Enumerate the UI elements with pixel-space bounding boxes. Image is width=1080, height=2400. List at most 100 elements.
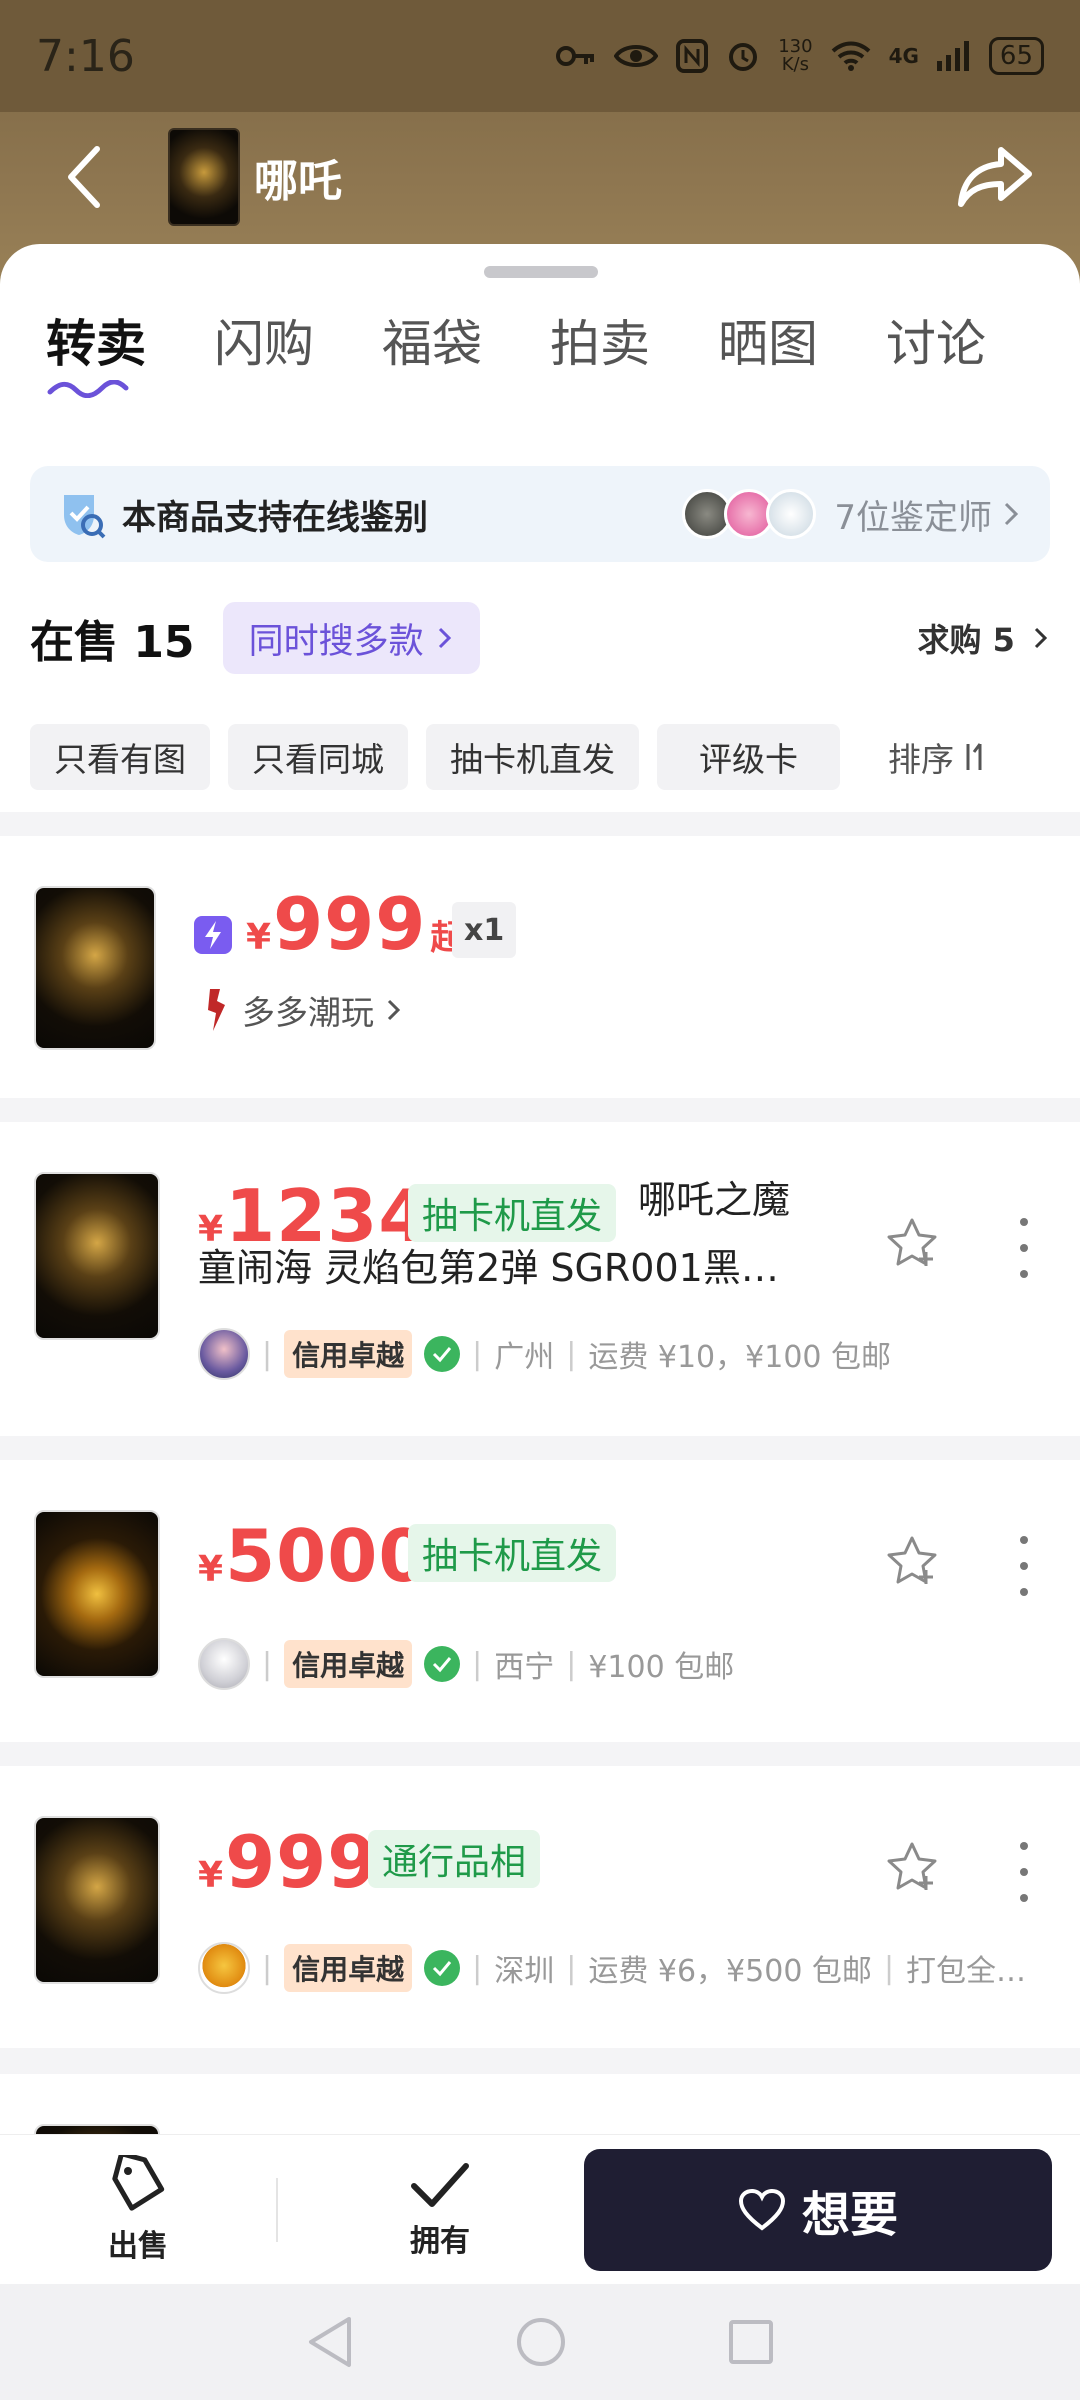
status-icons: 130 K/s 4G 65 [556, 37, 1044, 75]
listing-price: ¥5000 [198, 1514, 430, 1598]
net-speed: 130 K/s [778, 36, 813, 75]
on-sale-count: 在售 15 [30, 617, 195, 668]
wanted-link[interactable]: 求购 5 [917, 615, 1050, 661]
listing-location: 广州 [494, 1340, 555, 1375]
network-type: 4G [888, 44, 919, 68]
tab-label: 晒图 [718, 315, 818, 373]
sort-button[interactable]: 排序 [888, 733, 986, 781]
tab-resale[interactable]: 转卖 [46, 304, 214, 424]
chevron-right-icon [1004, 502, 1019, 526]
active-tab-underline [47, 380, 129, 398]
product-avatar [168, 128, 240, 226]
want-button[interactable]: 想要 [584, 2149, 1052, 2271]
sell-button[interactable]: 出售 [48, 2154, 228, 2265]
listing-meta: | 信用卓越 | 广州 | 运费 ¥10，¥100 包邮 [198, 1328, 891, 1380]
featured-price: ¥ 999 起 [246, 882, 465, 966]
share-button[interactable] [950, 132, 1040, 222]
multi-search-label: 同时搜多款 [248, 621, 424, 662]
verified-check-icon [424, 1646, 461, 1682]
product-thumbnail [34, 1172, 160, 1340]
listing-title: 哪吒之魔 童闹海 灵焰包第2弹 SGR001黑… [198, 1178, 791, 1290]
heart-icon [738, 2188, 785, 2231]
checkmark-icon [411, 2162, 469, 2207]
alarm-icon [729, 43, 758, 71]
favorite-star-icon[interactable] [884, 1216, 940, 1272]
appraisers-link[interactable]: 7位鉴定师 [682, 489, 1022, 539]
tab-label: 拍卖 [550, 315, 650, 373]
tab-lucky-bag[interactable]: 福袋 [382, 304, 550, 424]
section-divider [0, 1436, 1080, 1460]
seller-avatar[interactable] [198, 1638, 250, 1690]
price-tag-icon [112, 2154, 165, 2211]
filter-with-image[interactable]: 只看有图 [30, 724, 210, 790]
credit-badge: 信用卓越 [284, 1944, 413, 1992]
filter-graded-card[interactable]: 评级卡 [657, 724, 840, 790]
quantity-badge: x1 [452, 902, 517, 958]
more-options-button[interactable] [1014, 1842, 1034, 1902]
top-nav: 哪吒 [0, 112, 1080, 242]
nfc-icon [676, 39, 709, 73]
status-time: 7:16 [36, 30, 135, 82]
sheet-grabber[interactable] [484, 266, 598, 278]
listing-location: 深圳 [494, 1954, 555, 1989]
section-divider [0, 1742, 1080, 1766]
listing-meta: | 信用卓越 | 深圳 | 运费 ¥6，¥500 包邮 | 打包全… [198, 1942, 1048, 1994]
seller-avatar[interactable] [198, 1328, 250, 1380]
seller-avatar[interactable] [198, 1942, 250, 1994]
more-options-button[interactable] [1014, 1536, 1034, 1596]
section-divider [0, 2048, 1080, 2074]
filter-bar: 只看有图 只看同城 抽卡机直发 评级卡 排序 [30, 724, 1080, 790]
tab-discussion[interactable]: 讨论 [886, 304, 1054, 424]
nav-recents-icon[interactable] [727, 2318, 775, 2366]
more-options-button[interactable] [1014, 1218, 1034, 1278]
battery-indicator: 65 [988, 37, 1044, 75]
status-bar: 7:16 130 K/s 4G 65 [0, 0, 1080, 112]
listing-card[interactable]: ¥5000 抽卡机直发 | 信用卓越 | 西宁 | ¥100 包邮 [0, 1460, 1080, 1742]
multi-search-button[interactable]: 同时搜多款 [222, 602, 480, 674]
nav-back-icon[interactable] [305, 2315, 355, 2369]
listing-card[interactable]: ¥1234 抽卡机直发 哪吒之魔 童闹海 灵焰包第2弹 SGR001黑… | 信… [0, 1122, 1080, 1436]
wanted-count: 求购 5 [917, 621, 1015, 659]
tab-photos[interactable]: 晒图 [718, 304, 886, 424]
listing-tag: 抽卡机直发 [408, 1524, 617, 1582]
tab-label: 讨论 [886, 315, 986, 373]
featured-seller[interactable]: 多多潮玩 [200, 986, 402, 1034]
on-sale-bar: 在售 15 同时搜多款 求购 5 [30, 600, 1050, 676]
chevron-left-icon [68, 146, 100, 208]
featured-listing[interactable]: ¥ 999 起 x1 多多潮玩 [0, 836, 1080, 1098]
system-nav-bar [0, 2284, 1080, 2400]
own-button[interactable]: 拥有 [350, 2160, 530, 2260]
back-button[interactable] [40, 132, 130, 222]
verified-check-icon [424, 1950, 461, 1986]
chevron-right-icon [438, 627, 451, 649]
tab-label: 转卖 [46, 315, 146, 373]
chevron-right-icon [1034, 627, 1048, 649]
tab-flash-sale[interactable]: 闪购 [214, 304, 382, 424]
listing-shipping: 运费 ¥6，¥500 包邮 [588, 1954, 872, 1989]
tab-auction[interactable]: 拍卖 [550, 304, 718, 424]
authentication-text: 本商品支持在线鉴别 [122, 497, 428, 538]
product-thumbnail [34, 2124, 160, 2134]
listing-card-partial[interactable] [0, 2074, 1080, 2134]
chevron-right-icon [387, 999, 401, 1021]
eye-icon [614, 45, 659, 67]
want-label: 想要 [801, 2187, 898, 2243]
credit-badge: 信用卓越 [284, 1330, 413, 1378]
sell-label: 出售 [108, 2228, 168, 2264]
favorite-star-icon[interactable] [884, 1840, 940, 1896]
tab-bar: 转卖 闪购 福袋 拍卖 晒图 讨论 [0, 304, 1080, 424]
bottom-action-bar: 出售 拥有 想要 [0, 2134, 1080, 2284]
filter-direct-ship[interactable]: 抽卡机直发 [426, 724, 639, 790]
nav-home-icon[interactable] [515, 2316, 567, 2368]
listing-card[interactable]: ¥999 通行品相 | 信用卓越 | 深圳 | 运费 ¥6，¥500 包邮 | … [0, 1766, 1080, 2048]
listing-shipping: 运费 ¥10，¥100 包邮 [588, 1340, 892, 1375]
tab-label: 闪购 [214, 315, 314, 373]
authentication-banner[interactable]: 本商品支持在线鉴别 7位鉴定师 [30, 466, 1050, 562]
sort-label: 排序 [888, 740, 954, 779]
own-label: 拥有 [410, 2223, 470, 2259]
favorite-star-icon[interactable] [884, 1534, 940, 1590]
sort-icon [966, 743, 982, 770]
verified-check-icon [424, 1336, 461, 1372]
product-thumbnail [34, 886, 156, 1050]
filter-same-city[interactable]: 只看同城 [228, 724, 408, 790]
